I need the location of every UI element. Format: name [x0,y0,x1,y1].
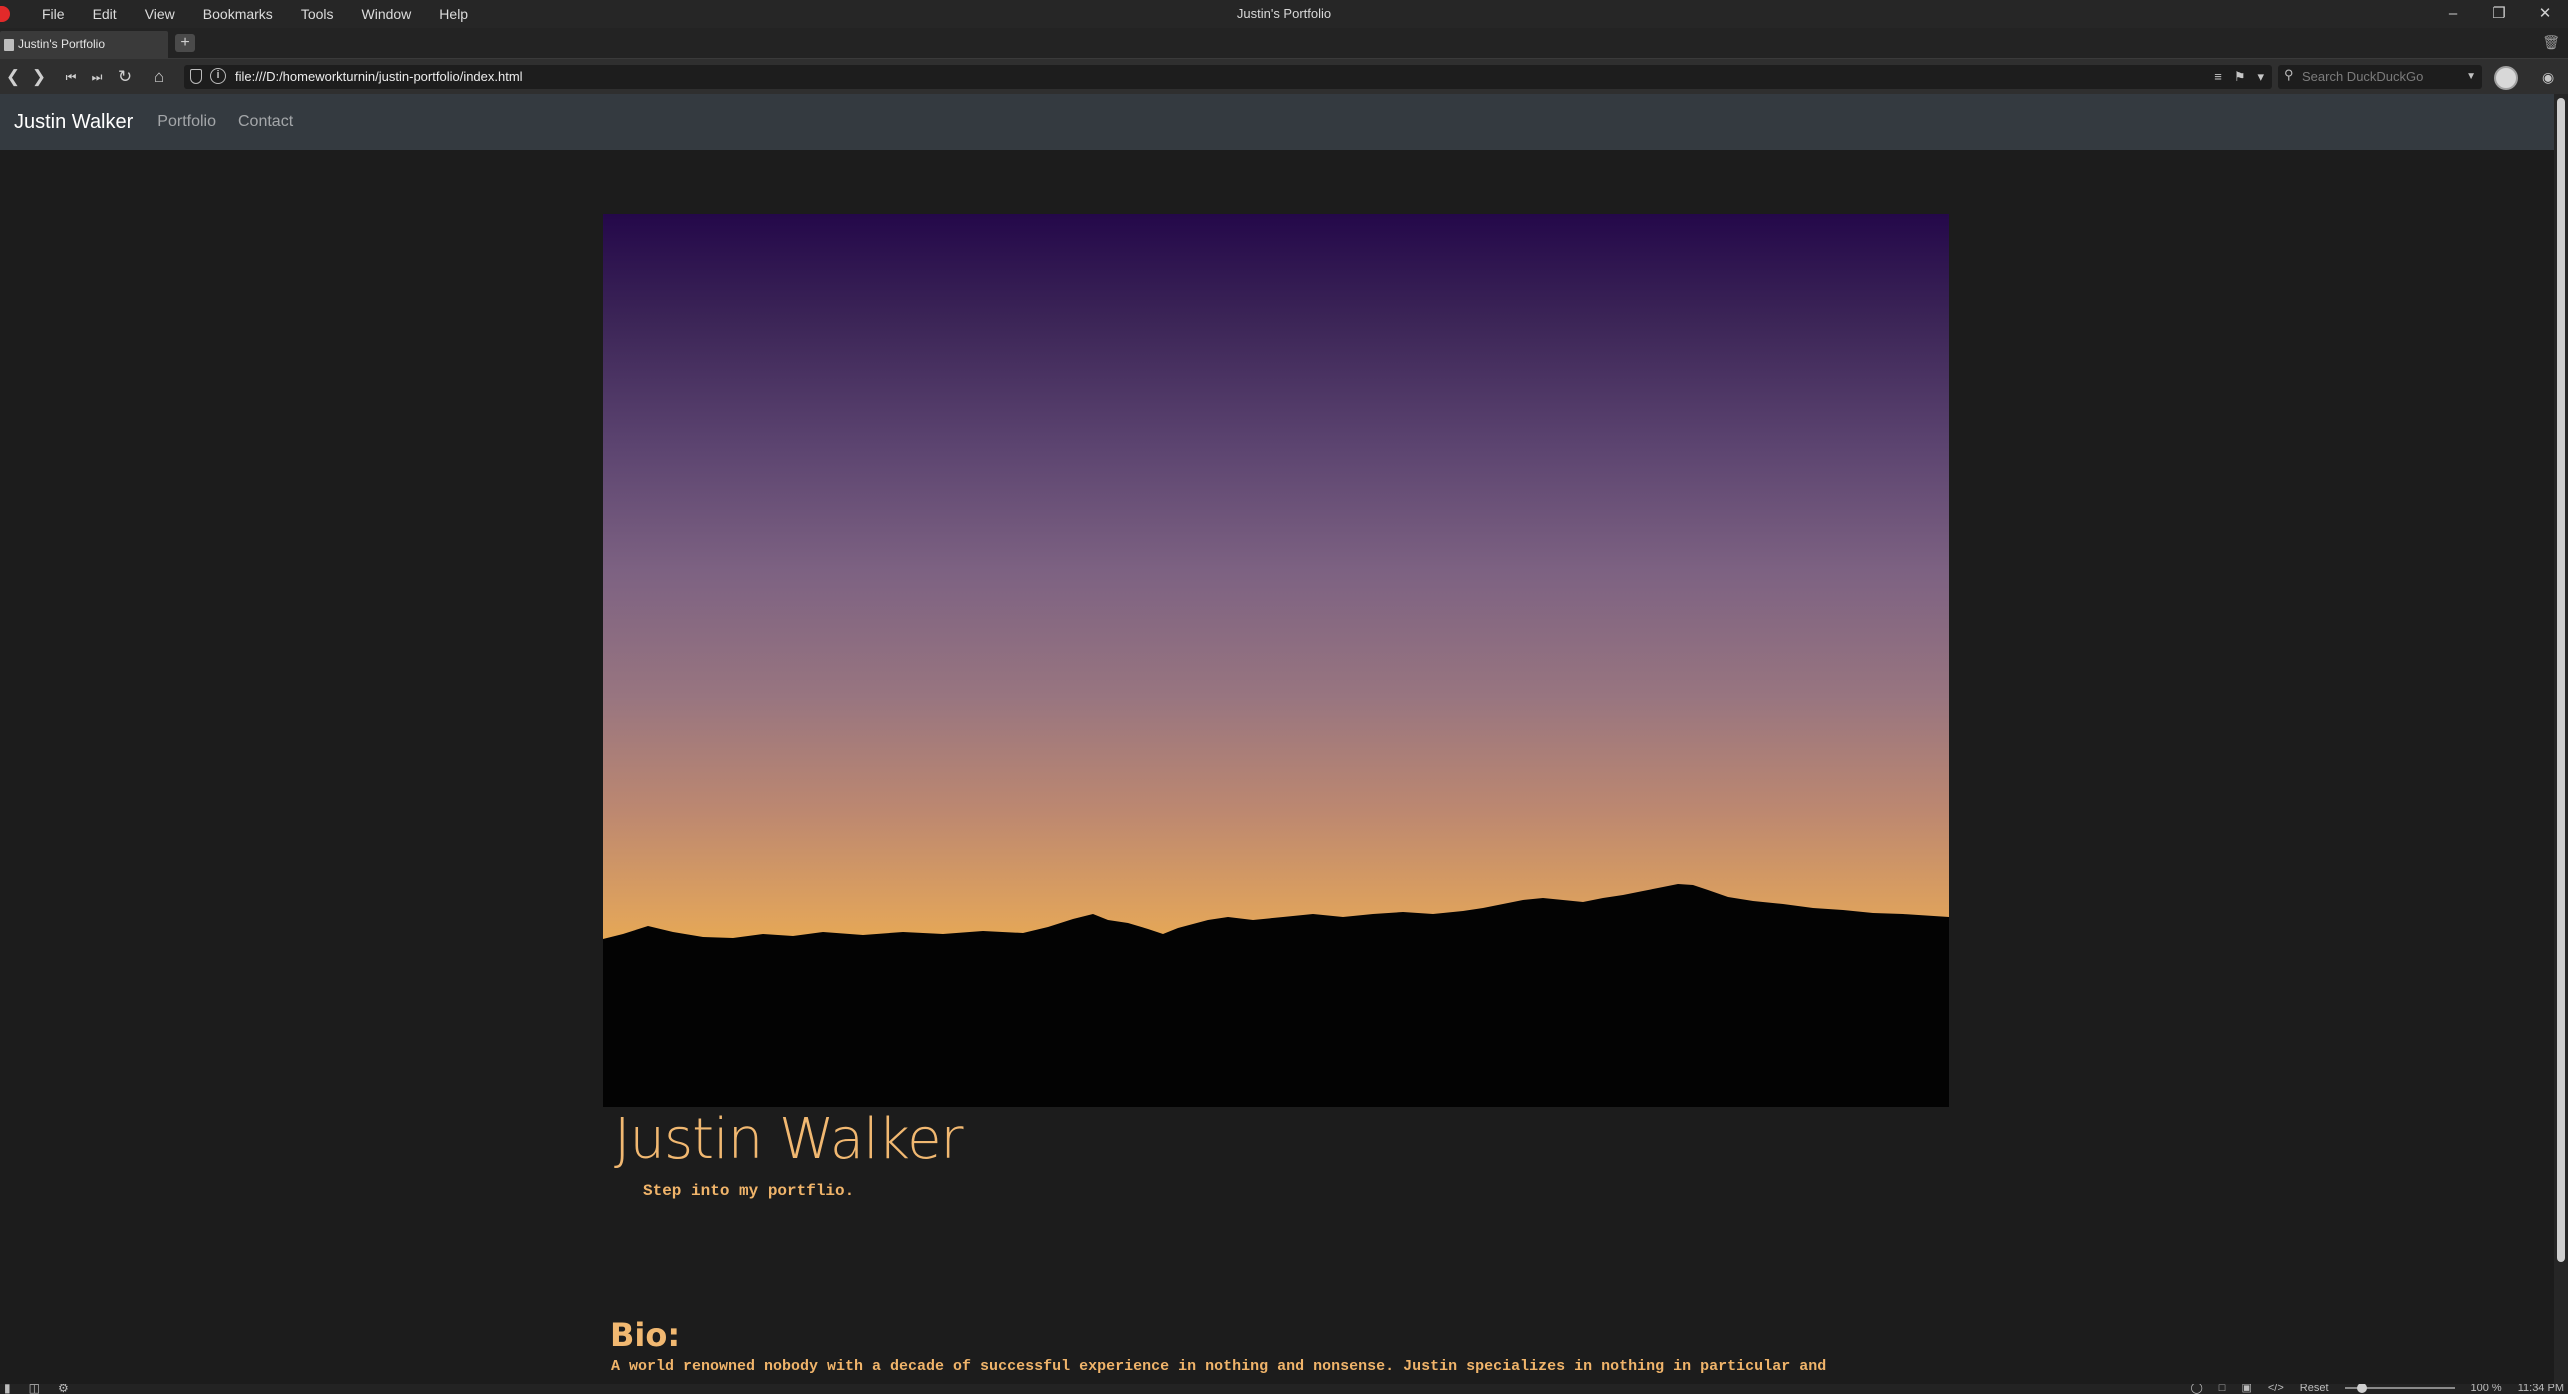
mountain-silhouette [603,884,1949,1107]
address-bar: ❮ ❯ ⏮ ⏭ ↻ ⌂ i file:///D:/homeworkturnin/… [0,58,2568,94]
scrollbar-thumb[interactable] [2557,98,2565,1262]
fast-forward-icon[interactable]: ⏭ [84,59,110,95]
minimize-icon[interactable]: – [2430,0,2476,28]
url-actions: ≡ ⚑ ▾ [2214,65,2264,89]
menu-bar: File Edit View Bookmarks Tools Window He… [28,0,482,28]
camera-icon[interactable]: ◯ [2190,1384,2202,1394]
window-controls: – ❐ ✕ [2430,0,2568,28]
page-scrollbar[interactable] [2554,94,2568,1384]
hero-title: Justin Walker [614,1107,964,1172]
panel-toggle-icon[interactable]: ▮ [4,1384,11,1394]
tab-title: Justin's Portfolio [18,37,105,51]
menu-view[interactable]: View [131,2,189,26]
menu-edit[interactable]: Edit [79,2,131,26]
new-tab-button[interactable]: + [175,34,195,52]
hero-subtitle: Step into my portflio. [643,1182,855,1200]
search-icon: ⚲ [2284,67,2294,82]
zoom-slider-knob[interactable] [2356,1384,2367,1393]
rewind-icon[interactable]: ⏮ [58,59,84,95]
url-dropdown-icon[interactable]: ▾ [2257,65,2264,89]
bookmark-icon[interactable]: ⚑ [2234,65,2246,89]
reload-icon[interactable]: ↻ [112,59,138,95]
tile-icon[interactable]: ◫ [29,1384,40,1394]
search-engine-dropdown-icon[interactable]: ▼ [2466,65,2476,89]
status-right: ◯ □ ▣ </> Reset 100 % 11:34 PM [2190,1384,2564,1394]
page-favicon-icon [4,39,14,51]
navbar-brand[interactable]: Justin Walker [14,111,133,134]
menu-help[interactable]: Help [425,2,482,26]
tab-active[interactable]: Justin's Portfolio [0,31,168,58]
url-input[interactable]: i file:///D:/homeworkturnin/justin-portf… [184,65,2272,89]
site-navbar: Justin Walker Portfolio Contact [0,94,2554,150]
shield-icon[interactable] [190,69,202,84]
back-icon[interactable]: ❮ [0,59,26,95]
profile-avatar[interactable] [2494,66,2518,90]
menu-tools[interactable]: Tools [287,2,348,26]
page-viewport: Justin Walker Portfolio Contact Justin W… [0,94,2554,1384]
search-input[interactable]: ⚲ Search DuckDuckGo ▼ [2278,65,2482,89]
hero-image [603,214,1949,1107]
code-icon[interactable]: </> [2268,1384,2284,1394]
nav-link-contact[interactable]: Contact [238,113,293,131]
status-bar: ▮ ◫ ⚙ ◯ □ ▣ </> Reset 100 % 11:34 PM [0,1384,2568,1394]
zoom-reset-button[interactable]: Reset [2300,1384,2329,1394]
window-icon[interactable]: □ [2219,1384,2226,1394]
nav-link-portfolio[interactable]: Portfolio [157,113,216,131]
restore-icon[interactable]: ❐ [2476,0,2522,28]
browser-logo-icon[interactable] [0,6,10,22]
forward-icon[interactable]: ❯ [26,59,52,95]
reader-view-icon[interactable]: ≡ [2214,65,2222,89]
sync-icon[interactable]: ⚙ [58,1384,69,1394]
menu-window[interactable]: Window [348,2,426,26]
zoom-slider[interactable] [2344,1384,2455,1393]
extensions-icon[interactable]: ◉ [2542,59,2554,95]
home-icon[interactable]: ⌂ [146,59,172,95]
site-info-icon[interactable]: i [210,68,226,84]
image-icon[interactable]: ▣ [2241,1384,2251,1394]
url-text: file:///D:/homeworkturnin/justin-portfol… [235,69,523,84]
bio-heading: Bio: [610,1316,681,1354]
tab-bar: Justin's Portfolio + 🗑 [0,28,2568,58]
clock: 11:34 PM [2517,1384,2564,1394]
status-left: ▮ ◫ ⚙ [4,1384,69,1394]
menu-bookmarks[interactable]: Bookmarks [189,2,287,26]
trash-icon[interactable]: 🗑 [2542,34,2560,51]
search-placeholder: Search DuckDuckGo [2302,69,2424,84]
bio-text: A world renowned nobody with a decade of… [611,1358,1827,1375]
close-icon[interactable]: ✕ [2522,0,2568,28]
zoom-level: 100 % [2470,1384,2502,1394]
menu-file[interactable]: File [28,2,79,26]
title-bar: File Edit View Bookmarks Tools Window He… [0,0,2568,28]
